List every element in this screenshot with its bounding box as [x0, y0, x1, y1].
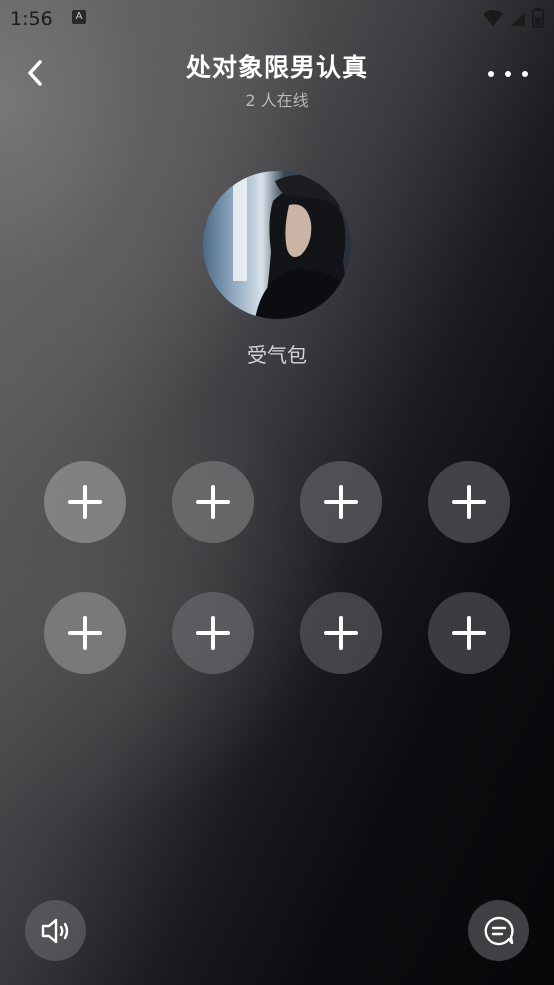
- seat-4[interactable]: [428, 461, 510, 543]
- online-count: 2 人在线: [245, 91, 309, 110]
- battery-icon: [532, 8, 544, 28]
- seat-2[interactable]: [172, 461, 254, 543]
- host-avatar[interactable]: [203, 171, 351, 319]
- chat-bubble-icon: [484, 916, 514, 945]
- status-bar: 1:56 A: [0, 0, 554, 40]
- wifi-icon: [483, 10, 503, 26]
- status-time: 1:56: [10, 8, 53, 30]
- seat-7[interactable]: [300, 592, 382, 674]
- notification-a-icon: A: [72, 10, 86, 24]
- plus-icon: [452, 616, 486, 650]
- plus-icon: [452, 485, 486, 519]
- plus-icon: [324, 616, 358, 650]
- avatar-photo: [203, 171, 351, 319]
- more-options-button[interactable]: [488, 64, 528, 84]
- seat-3[interactable]: [300, 461, 382, 543]
- host-name: 受气包: [247, 343, 307, 367]
- chat-button[interactable]: [468, 900, 529, 961]
- speaker-button[interactable]: [25, 900, 86, 961]
- signal-icon: [511, 12, 525, 26]
- status-icons: [482, 8, 544, 28]
- seat-6[interactable]: [172, 592, 254, 674]
- room-title: 处对象限男认真: [185, 53, 368, 82]
- more-dot: [522, 71, 528, 77]
- plus-icon: [68, 616, 102, 650]
- plus-icon: [68, 485, 102, 519]
- more-dots-icon: [488, 71, 494, 77]
- plus-icon: [324, 485, 358, 519]
- seat-5[interactable]: [44, 592, 126, 674]
- speaker-icon: [41, 918, 68, 943]
- seat-8[interactable]: [428, 592, 510, 674]
- plus-icon: [196, 485, 230, 519]
- more-dot: [505, 71, 511, 77]
- seat-1[interactable]: [44, 461, 126, 543]
- plus-icon: [196, 616, 230, 650]
